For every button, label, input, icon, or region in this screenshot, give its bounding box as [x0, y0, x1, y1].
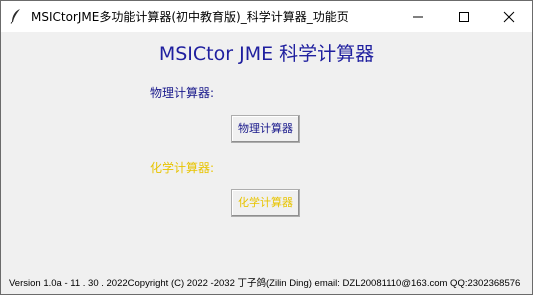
- physics-calculator-button[interactable]: 物理计算器: [231, 115, 300, 143]
- physics-calculator-label: 物理计算器:: [150, 86, 215, 100]
- chemistry-calculator-label: 化学计算器:: [150, 161, 215, 175]
- maximize-icon: [459, 12, 469, 22]
- copyright-footer: Version 1.0a - 11 . 30 . 2022Copyright (…: [9, 278, 521, 289]
- window-title: MSICtorJME多功能计算器(初中教育版)_科学计算器_功能页: [31, 10, 349, 24]
- minimize-button[interactable]: [395, 1, 441, 32]
- chemistry-calculator-button[interactable]: 化学计算器: [231, 189, 300, 217]
- minimize-icon: [413, 16, 423, 18]
- close-icon: [503, 11, 515, 23]
- maximize-button[interactable]: [441, 1, 487, 32]
- app-window: MSICtorJME多功能计算器(初中教育版)_科学计算器_功能页 MSICto…: [0, 0, 533, 295]
- page-heading: MSICtor JME 科学计算器: [158, 43, 375, 65]
- title-bar[interactable]: MSICtorJME多功能计算器(初中教育版)_科学计算器_功能页: [1, 1, 532, 32]
- feather-icon: [9, 8, 23, 24]
- close-button[interactable]: [486, 1, 532, 32]
- main-panel: MSICtor JME 科学计算器 物理计算器: 物理计算器 化学计算器: 化学…: [1, 32, 532, 294]
